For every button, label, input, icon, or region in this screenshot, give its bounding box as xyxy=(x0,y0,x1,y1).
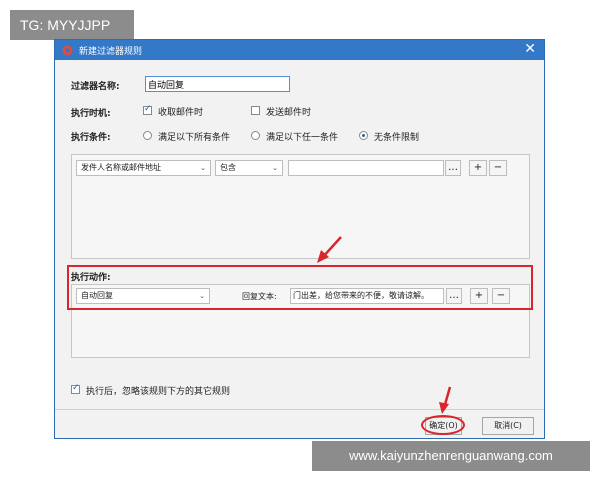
watermark-bottom-right: www.kaiyunzhenrenguanwang.com xyxy=(312,441,590,471)
annotation-arrows xyxy=(317,236,452,414)
red-arrow-annotation-icon xyxy=(317,236,342,263)
red-arrow-annotation-icon xyxy=(439,386,452,414)
